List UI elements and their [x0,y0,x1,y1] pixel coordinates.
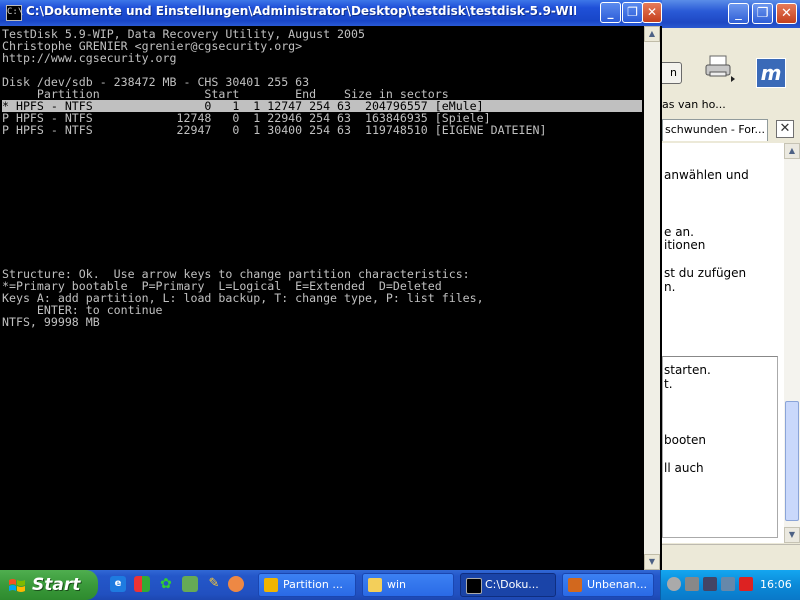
page-text-line: itionen [664,238,706,252]
content-box [662,356,778,538]
tray-speaker-icon[interactable] [685,577,699,591]
console-scroll-down-icon[interactable]: ▼ [644,554,660,570]
windows-flag-icon [9,579,25,592]
console-line: P HPFS - NTFS 22947 0 1 30400 254 63 119… [2,123,547,137]
ie-icon[interactable]: e [110,576,126,592]
tray-network-icon[interactable] [703,577,717,591]
console-window[interactable]: C:\ C:\Dokumente und Einstellungen\Admin… [0,0,662,570]
tab-close-icon[interactable]: ✕ [776,120,794,138]
tray-security-icon[interactable] [721,577,735,591]
page-scrollbar[interactable]: ▲ ▼ [784,143,800,543]
task-button[interactable]: win [362,573,454,597]
minimize-icon[interactable]: _ [728,3,749,24]
icq-flower-icon[interactable]: ✿ [158,576,174,592]
page-text-line: e an. [664,225,694,239]
m-logo-icon[interactable]: m [756,58,786,88]
console-scrollbar[interactable]: ▲ ▼ [644,26,660,570]
scroll-thumb[interactable] [785,401,799,521]
console-line: NTFS, 99998 MB [2,315,100,329]
firefox-icon[interactable] [228,576,244,592]
task-app-icon [264,578,278,592]
task-label: Partition ... [283,578,343,591]
task-app-icon [568,578,582,592]
close-icon[interactable]: ✕ [776,3,797,24]
printer-icon[interactable] [704,54,738,84]
maximize-icon[interactable]: ❐ [752,3,773,24]
quicklaunch-pen-icon[interactable]: ✎ [206,576,222,592]
page-text-line: anwählen und [664,168,749,182]
task-app-icon [368,578,382,592]
tray-antivirus-icon[interactable] [739,577,753,591]
task-label: C:\Doku... [485,578,539,591]
clock: 16:06 [760,578,792,591]
scroll-up-icon[interactable]: ▲ [784,143,800,159]
tray-collapse-icon[interactable] [667,577,681,591]
link-text[interactable]: as van ho... [662,98,726,111]
task-app-icon [466,578,482,594]
console-title: C:\Dokumente und Einstellungen\Administr… [26,4,576,18]
task-button[interactable]: Partition ... [258,573,356,597]
console-line: http://www.cgsecurity.org [2,51,177,65]
start-label: Start [32,575,81,595]
console-maximize-icon[interactable]: ❐ [622,2,643,23]
scroll-down-icon[interactable]: ▼ [784,527,800,543]
tab-forum[interactable]: schwunden - For... [662,119,768,141]
start-button[interactable]: Start [0,570,98,600]
task-button[interactable]: Unbenan... [562,573,654,597]
console-titlebar[interactable]: C:\ C:\Dokumente und Einstellungen\Admin… [0,0,662,26]
page-text-line: n. [664,280,676,294]
page-text-line: st du zufügen [664,266,747,280]
console-screen[interactable]: TestDisk 5.9-WIP, Data Recovery Utility,… [2,28,642,568]
console-minimize-icon[interactable]: _ [600,2,621,23]
console-scroll-up-icon[interactable]: ▲ [644,26,660,42]
quicklaunch-tool-icon[interactable] [182,576,198,592]
quicklaunch-app-icon[interactable] [134,576,150,592]
taskbar: Start e ✿ ✎ Partition ... win C:\Doku... Un… [0,570,800,600]
status-bar [660,544,800,571]
task-label: Unbenan... [587,578,647,591]
console-close-icon[interactable]: ✕ [642,2,662,23]
console-app-icon[interactable]: C:\ [6,5,23,21]
task-button[interactable]: C:\Doku... [460,573,556,597]
task-label: win [387,578,407,591]
